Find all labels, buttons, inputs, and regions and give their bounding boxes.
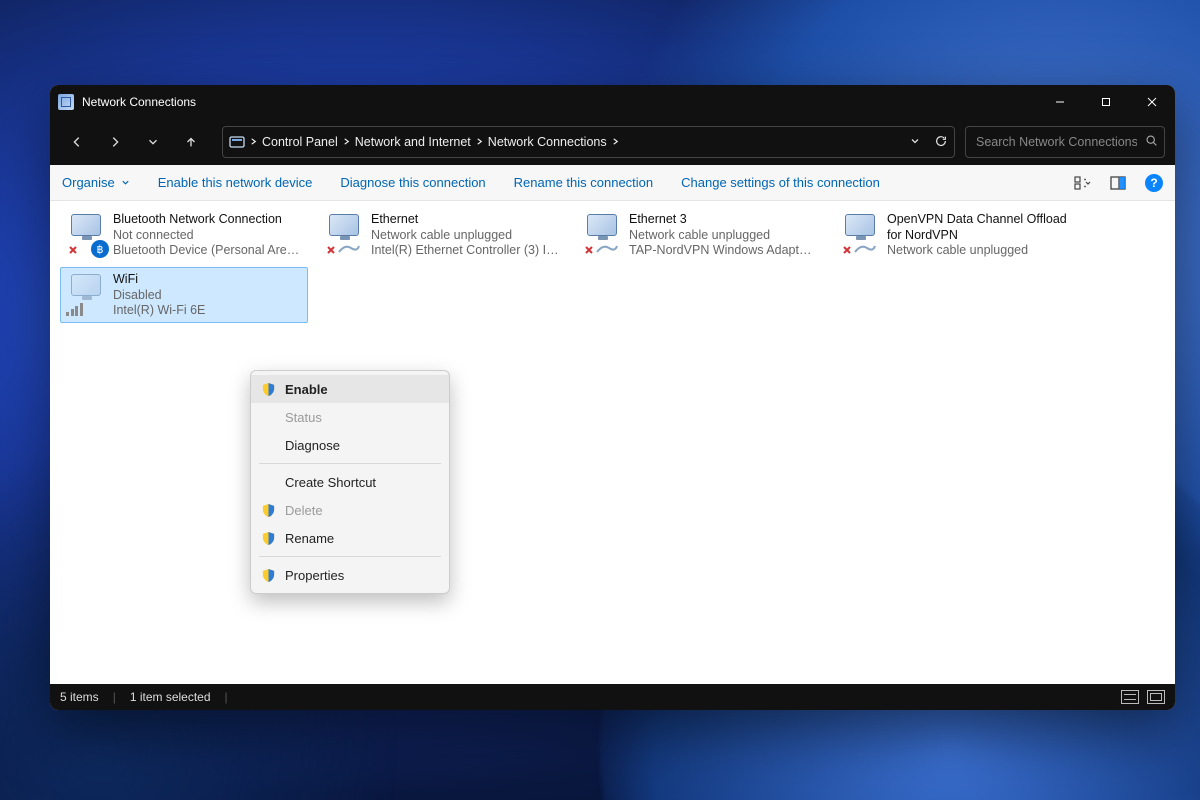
connection-device: TAP-NordVPN Windows Adapter ...	[629, 243, 817, 259]
back-button[interactable]	[60, 127, 94, 157]
connection-item-openvpn[interactable]: OpenVPN Data Channel Offload for NordVPN…	[834, 207, 1082, 263]
titlebar[interactable]: Network Connections	[50, 85, 1175, 119]
chevron-right-icon[interactable]	[475, 135, 484, 149]
connection-name: Bluetooth Network Connection	[113, 212, 301, 228]
cm-rename[interactable]: Rename	[251, 524, 449, 552]
context-menu: Enable Status Diagnose Create Shortcut D…	[250, 370, 450, 594]
network-adapter-icon	[67, 272, 107, 320]
minimize-button[interactable]	[1037, 85, 1083, 119]
folder-icon	[229, 134, 245, 150]
enable-device-cmd[interactable]: Enable this network device	[158, 175, 313, 190]
connection-name: Ethernet 3	[629, 212, 817, 228]
connection-name: OpenVPN Data Channel Offload for NordVPN	[887, 212, 1075, 243]
error-x-icon	[582, 243, 596, 257]
connection-device: Intel(R) Ethernet Controller (3) I22...	[371, 243, 559, 259]
close-button[interactable]	[1129, 85, 1175, 119]
status-bar: 5 items | 1 item selected |	[50, 684, 1175, 710]
cm-delete: Delete	[251, 496, 449, 524]
cm-separator	[259, 556, 441, 557]
change-settings-cmd[interactable]: Change settings of this connection	[681, 175, 880, 190]
help-button[interactable]: ?	[1145, 174, 1163, 192]
cable-icon	[337, 242, 361, 254]
view-options-button[interactable]	[1073, 174, 1091, 192]
search-input[interactable]	[976, 135, 1137, 149]
cm-separator	[259, 463, 441, 464]
network-adapter-icon	[583, 212, 623, 260]
bluetooth-icon: ฿	[91, 240, 109, 258]
shield-icon	[261, 568, 276, 583]
error-x-icon	[840, 243, 854, 257]
shield-icon	[261, 531, 276, 546]
network-adapter-icon	[325, 212, 365, 260]
connection-status: Network cable unplugged	[371, 228, 559, 244]
connection-name: Ethernet	[371, 212, 559, 228]
connection-status: Not connected	[113, 228, 301, 244]
organise-menu[interactable]: Organise	[62, 175, 130, 190]
address-dropdown[interactable]	[910, 135, 920, 149]
connection-device: Intel(R) Wi-Fi 6E	[113, 303, 301, 319]
item-count: 5 items	[60, 690, 99, 704]
network-adapter-icon: ฿	[67, 212, 107, 260]
cm-diagnose[interactable]: Diagnose	[251, 431, 449, 459]
shield-icon	[261, 382, 276, 397]
app-icon	[58, 94, 74, 110]
breadcrumb-leaf[interactable]: Network Connections	[488, 135, 607, 149]
content-area[interactable]: ฿ Bluetooth Network Connection Not conne…	[50, 201, 1175, 684]
cm-status: Status	[251, 403, 449, 431]
breadcrumb-mid[interactable]: Network and Internet	[355, 135, 471, 149]
connection-item-bluetooth[interactable]: ฿ Bluetooth Network Connection Not conne…	[60, 207, 308, 263]
wifi-bars-icon	[66, 303, 83, 316]
connection-status: Disabled	[113, 288, 301, 304]
connection-item-wifi[interactable]: WiFi Disabled Intel(R) Wi-Fi 6E	[60, 267, 308, 323]
cm-enable[interactable]: Enable	[251, 375, 449, 403]
details-view-button[interactable]	[1121, 690, 1139, 704]
recent-dropdown[interactable]	[136, 127, 170, 157]
error-x-icon	[324, 243, 338, 257]
diagnose-cmd[interactable]: Diagnose this connection	[340, 175, 485, 190]
connection-status: Network cable unplugged	[887, 243, 1075, 259]
network-adapter-icon	[841, 212, 881, 260]
selection-count: 1 item selected	[130, 690, 211, 704]
large-icons-view-button[interactable]	[1147, 690, 1165, 704]
breadcrumb-root[interactable]: Control Panel	[262, 135, 338, 149]
network-connections-window: Network Connections Control Panel Networ…	[50, 85, 1175, 710]
connection-device: Bluetooth Device (Personal Area ...	[113, 243, 301, 259]
window-title: Network Connections	[82, 95, 196, 109]
connection-status: Network cable unplugged	[629, 228, 817, 244]
search-icon	[1145, 134, 1158, 150]
error-x-icon	[66, 243, 80, 257]
connection-name: WiFi	[113, 272, 301, 288]
cm-create-shortcut[interactable]: Create Shortcut	[251, 468, 449, 496]
chevron-right-icon[interactable]	[249, 135, 258, 149]
navigation-bar: Control Panel Network and Internet Netwo…	[50, 119, 1175, 165]
up-button[interactable]	[174, 127, 208, 157]
preview-pane-button[interactable]	[1109, 174, 1127, 192]
forward-button[interactable]	[98, 127, 132, 157]
cm-properties[interactable]: Properties	[251, 561, 449, 589]
chevron-right-icon[interactable]	[342, 135, 351, 149]
connection-item-ethernet[interactable]: Ethernet Network cable unplugged Intel(R…	[318, 207, 566, 263]
chevron-right-icon[interactable]	[611, 135, 620, 149]
maximize-button[interactable]	[1083, 85, 1129, 119]
address-bar[interactable]: Control Panel Network and Internet Netwo…	[222, 126, 955, 158]
rename-cmd[interactable]: Rename this connection	[514, 175, 653, 190]
refresh-button[interactable]	[934, 134, 948, 151]
connection-item-ethernet3[interactable]: Ethernet 3 Network cable unplugged TAP-N…	[576, 207, 824, 263]
command-bar: Organise Enable this network device Diag…	[50, 165, 1175, 201]
search-box[interactable]	[965, 126, 1165, 158]
shield-icon	[261, 503, 276, 518]
